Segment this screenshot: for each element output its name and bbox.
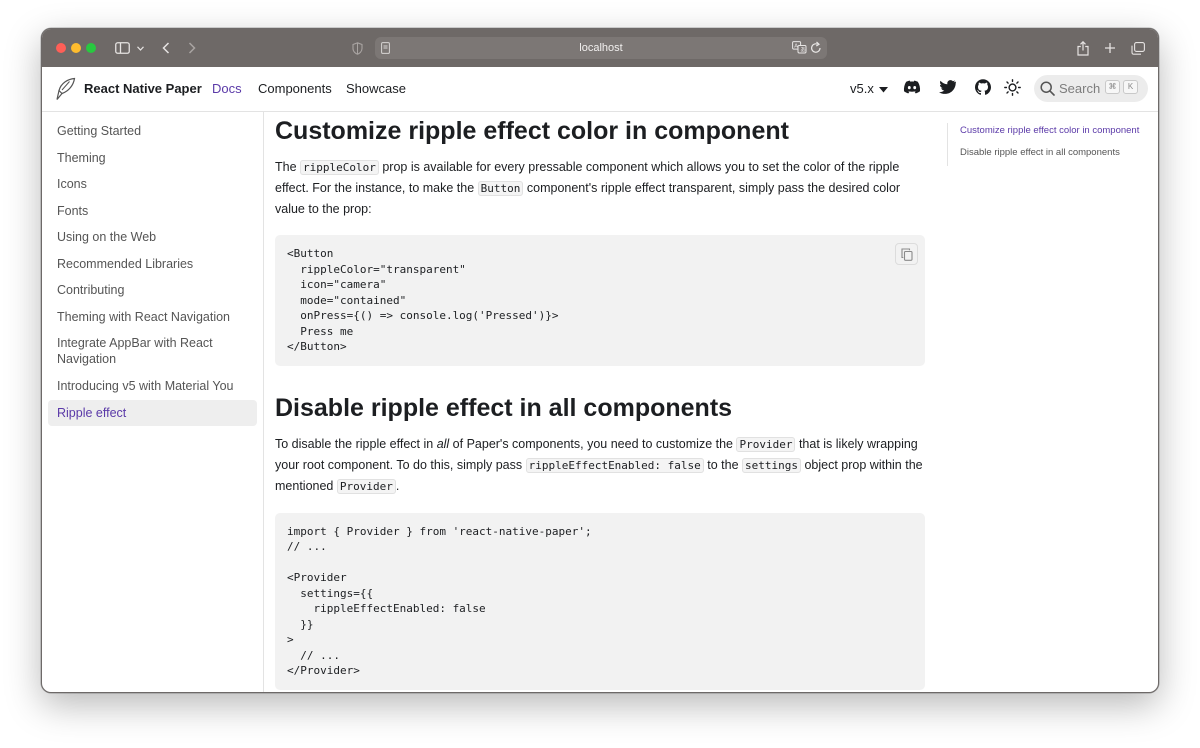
nav-link-components[interactable]: Components [258,81,332,96]
docs-sidebar: Getting Started Theming Icons Fonts Usin… [42,112,264,692]
nav-link-showcase[interactable]: Showcase [346,81,406,96]
sidebar-item-using-on-the-web[interactable]: Using on the Web [48,224,257,251]
address-bar[interactable]: localhost Aあ [375,37,827,59]
browser-window: localhost Aあ React Native Paper Docs Com… [41,28,1159,693]
sidebar-item-getting-started[interactable]: Getting Started [48,118,257,145]
code-block-provider-example: import { Provider } from 'react-native-p… [275,512,925,690]
shortcut-key-k: K [1123,80,1138,94]
text-span: to the [703,457,743,472]
search-placeholder: Search [1059,81,1101,96]
table-of-contents: Customize ripple effect color in compone… [947,123,1147,166]
sidebar-item-ripple-effect[interactable]: Ripple effect [48,399,257,426]
inline-code-provider-2: Provider [336,478,396,494]
paragraph-disable-ripple: To disable the ripple effect in all of P… [275,434,925,497]
share-icon[interactable] [1076,38,1090,58]
browser-toolbar: localhost Aあ [42,29,1158,67]
code-text: <Button rippleColor="transparent" icon="… [287,247,559,353]
inline-code-settings: settings [742,457,801,473]
copy-code-button[interactable] [895,243,918,265]
version-label: v5.x [850,81,874,96]
heading-customize-ripple-color: Customize ripple effect color in compone… [275,117,789,145]
article-content: Customize ripple effect color in compone… [275,112,925,692]
sidebar-item-introducing-v5[interactable]: Introducing v5 with Material You [48,373,257,400]
version-dropdown[interactable]: v5.x [850,81,889,96]
text-span: of Paper's components, you need to custo… [449,436,737,451]
site-navbar: React Native Paper Docs Components Showc… [42,67,1158,112]
copy-icon [900,247,913,261]
privacy-shield-icon[interactable] [350,38,364,58]
translate-icon[interactable]: Aあ [792,41,807,57]
heading-disable-ripple: Disable ripple effect in all components [275,393,733,422]
sidebar-item-fonts[interactable]: Fonts [48,198,257,225]
svg-text:A: A [794,44,798,50]
inline-code-ripple-enabled: rippleEffectEnabled: false [525,457,704,473]
sidebar-item-theming-with-react-navigation[interactable]: Theming with React Navigation [48,304,257,331]
shortcut-key-cmd: ⌘ [1105,80,1120,94]
search-button[interactable]: Search ⌘ K [1034,75,1148,102]
forward-icon[interactable] [186,38,198,58]
sidebar-item-icons[interactable]: Icons [48,171,257,198]
back-icon[interactable] [160,38,172,58]
text-span: . [395,478,400,493]
sidebar-toggle-icon[interactable] [114,38,130,58]
svg-text:あ: あ [800,47,806,54]
reload-icon[interactable] [810,41,822,57]
theme-toggle-icon[interactable] [1004,79,1021,101]
logo-icon[interactable] [56,77,76,106]
toc-item-customize-ripple[interactable]: Customize ripple effect color in compone… [960,123,1147,139]
code-text: import { Provider } from 'react-native-p… [287,524,592,678]
tab-overview-icon[interactable] [1130,38,1146,58]
text-span: The [275,160,301,174]
page-icon [381,42,390,57]
text-span: To disable the ripple effect in [275,436,437,451]
sidebar-item-theming[interactable]: Theming [48,145,257,172]
discord-icon[interactable] [903,80,921,99]
inline-code-provider: Provider [736,436,796,452]
twitter-icon[interactable] [939,80,957,99]
toc-item-disable-ripple[interactable]: Disable ripple effect in all components [960,145,1147,161]
caret-down-icon [879,86,889,93]
address-text: localhost [579,42,623,54]
code-block-button-example: <Button rippleColor="transparent" icon="… [275,235,925,366]
inline-code-button: Button [477,181,524,196]
github-icon[interactable] [975,79,991,100]
minimize-window-button[interactable] [71,43,81,53]
new-tab-icon[interactable] [1103,38,1117,58]
chevron-down-icon[interactable] [136,38,144,58]
nav-link-docs[interactable]: Docs [212,81,242,96]
paragraph-ripple-color: The rippleColor prop is available for ev… [275,157,925,219]
emphasis-text: all [436,436,450,451]
search-icon [1040,81,1055,99]
inline-code-ripplecolor: rippleColor [300,160,379,175]
sidebar-item-recommended-libraries[interactable]: Recommended Libraries [48,251,257,278]
sidebar-item-contributing[interactable]: Contributing [48,277,257,304]
brand-title[interactable]: React Native Paper [84,81,202,96]
zoom-window-button[interactable] [86,43,96,53]
close-window-button[interactable] [56,43,66,53]
sidebar-item-integrate-appbar[interactable]: Integrate AppBar with React Navigation [48,330,257,373]
